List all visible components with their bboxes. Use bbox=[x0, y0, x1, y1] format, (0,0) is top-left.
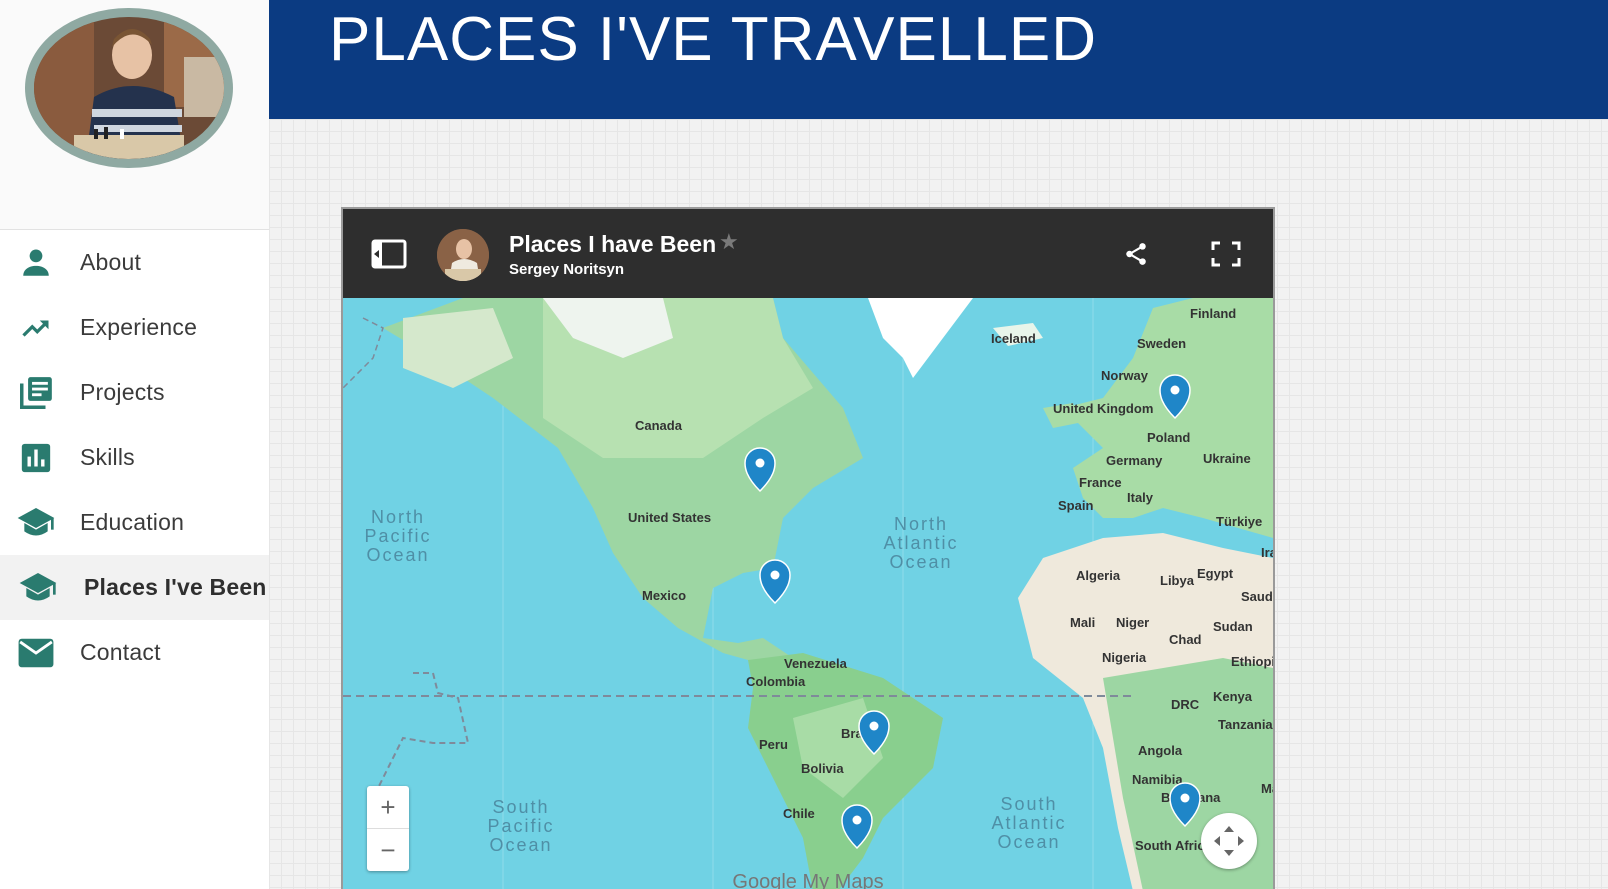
map-label-chile: Chile bbox=[783, 806, 815, 821]
page-header: PLACES I'VE TRAVELLED bbox=[269, 0, 1608, 119]
google-my-maps-embed: Places I have Been ★ Sergey Noritsyn Fin… bbox=[341, 207, 1275, 889]
trending-up-icon bbox=[16, 308, 56, 348]
map-label-usa: United States bbox=[628, 510, 711, 525]
map-title-bar: Places I have Been ★ Sergey Noritsyn bbox=[343, 209, 1273, 298]
side-panel-icon[interactable] bbox=[371, 239, 407, 274]
map-owner-name: Sergey Noritsyn bbox=[509, 261, 625, 278]
profile-area bbox=[0, 0, 269, 230]
sidebar-item-label: About bbox=[80, 249, 142, 275]
map-label-chad: Chad bbox=[1169, 632, 1202, 647]
sidebar-item-projects[interactable]: Projects bbox=[0, 360, 269, 425]
map-label-ukraine: Ukraine bbox=[1203, 451, 1251, 466]
map-label-botswana: B bbox=[1161, 790, 1170, 805]
map-label-south-africa: South Afric bbox=[1135, 838, 1205, 853]
sidebar-item-skills[interactable]: Skills bbox=[0, 425, 269, 490]
page-title: PLACES I'VE TRAVELLED bbox=[329, 5, 1097, 74]
google-my-maps-logo: Google My Maps bbox=[732, 871, 883, 889]
map-label-iran: Ira bbox=[1261, 545, 1273, 560]
map-label-poland: Poland bbox=[1147, 430, 1190, 445]
map-label-saudi: Saudi bbox=[1241, 589, 1273, 604]
map-label-uk: United Kingdom bbox=[1053, 401, 1153, 416]
map-label-canada: Canada bbox=[635, 418, 683, 433]
map-label-nigeria: Nigeria bbox=[1102, 650, 1147, 665]
school-icon bbox=[16, 503, 56, 543]
sidebar-item-label: Education bbox=[80, 509, 185, 535]
map-label-south-pacific: South Pacific Ocean bbox=[487, 797, 554, 855]
sidebar-item-education[interactable]: Education bbox=[0, 490, 269, 555]
map-label-niger: Niger bbox=[1116, 615, 1149, 630]
map-label-angola: Angola bbox=[1138, 743, 1183, 758]
map-label-italy: Italy bbox=[1127, 490, 1154, 505]
sidebar-item-places[interactable]: Places I've Been bbox=[0, 555, 269, 620]
sidebar-item-experience[interactable]: Experience bbox=[0, 295, 269, 360]
map-label-kenya: Kenya bbox=[1213, 689, 1253, 704]
map-label-drc: DRC bbox=[1171, 697, 1200, 712]
bar-chart-icon bbox=[16, 438, 56, 478]
map-title: Places I have Been bbox=[509, 231, 717, 257]
zoom-in-button[interactable]: + bbox=[367, 786, 409, 828]
person-icon bbox=[16, 243, 56, 283]
map-label-peru: Peru bbox=[759, 737, 788, 752]
map-label-mali: Mali bbox=[1070, 615, 1095, 630]
map-label-madagascar: Ma bbox=[1261, 781, 1273, 796]
map-label-bolivia: Bolivia bbox=[801, 761, 844, 776]
map-label-norway: Norway bbox=[1101, 368, 1149, 383]
sidebar-item-about[interactable]: About bbox=[0, 230, 269, 295]
map-label-germany: Germany bbox=[1106, 453, 1163, 468]
sidebar-item-label: Experience bbox=[80, 314, 198, 340]
map-label-botswana-tail: ana bbox=[1198, 790, 1221, 805]
move-arrows-icon bbox=[1214, 826, 1244, 856]
map-label-sweden: Sweden bbox=[1137, 336, 1186, 351]
sidebar-nav: About Experience Projects Skills Educati… bbox=[0, 230, 269, 685]
sidebar: About Experience Projects Skills Educati… bbox=[0, 0, 270, 889]
sidebar-item-label: Skills bbox=[80, 444, 135, 470]
map-label-france: France bbox=[1079, 475, 1122, 490]
zoom-out-button[interactable]: − bbox=[367, 829, 409, 871]
recenter-button[interactable] bbox=[1201, 813, 1257, 869]
map-canvas[interactable]: Finland Iceland Sweden Norway United Kin… bbox=[343, 298, 1273, 889]
map-label-algeria: Algeria bbox=[1076, 568, 1121, 583]
map-label-colombia: Colombia bbox=[746, 674, 806, 689]
map-label-north-pacific: North Pacific Ocean bbox=[364, 507, 431, 565]
profile-avatar bbox=[25, 8, 233, 168]
map-label-south-atlantic: South Atlantic Ocean bbox=[991, 794, 1066, 852]
school-icon bbox=[18, 568, 58, 608]
map-label-iceland: Iceland bbox=[991, 331, 1036, 346]
map-label-egypt: Egypt bbox=[1197, 566, 1234, 581]
owner-avatar bbox=[437, 229, 489, 281]
star-icon[interactable]: ★ bbox=[719, 229, 739, 255]
map-label-finland: Finland bbox=[1190, 306, 1236, 321]
map-label-mexico: Mexico bbox=[642, 588, 686, 603]
map-label-namibia: Namibia bbox=[1132, 772, 1183, 787]
map-label-north-atlantic: North Atlantic Ocean bbox=[883, 514, 958, 572]
sidebar-item-contact[interactable]: Contact bbox=[0, 620, 269, 685]
sidebar-item-label: Contact bbox=[80, 639, 161, 665]
map-label-turkiye: Türkiye bbox=[1216, 514, 1262, 529]
map-label-ethiopia: Ethiopi bbox=[1231, 654, 1273, 669]
map-label-spain: Spain bbox=[1058, 498, 1093, 513]
sidebar-item-label: Projects bbox=[80, 379, 165, 405]
map-label-sudan: Sudan bbox=[1213, 619, 1253, 634]
zoom-controls: + − bbox=[367, 786, 409, 871]
map-label-libya: Libya bbox=[1160, 573, 1195, 588]
map-label-tanzania: Tanzania bbox=[1218, 717, 1273, 732]
email-icon bbox=[16, 633, 56, 673]
map-label-venezuela: Venezuela bbox=[784, 656, 848, 671]
fullscreen-icon[interactable] bbox=[1211, 241, 1241, 272]
sidebar-item-label: Places I've Been bbox=[84, 574, 267, 600]
share-icon[interactable] bbox=[1123, 241, 1149, 272]
library-books-icon bbox=[16, 373, 56, 413]
